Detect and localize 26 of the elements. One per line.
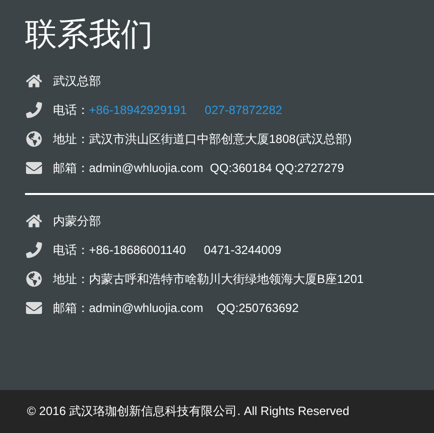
phone-icon (25, 102, 43, 118)
copyright-text: © 2016 武汉珞珈创新信息科技有限公司. All Rights Reserved (27, 403, 350, 420)
phone-number: 0471-3244009 (204, 243, 282, 257)
office-name: 内蒙分部 (53, 212, 101, 230)
email-text: admin@whluojia.com QQ:250763692 (89, 301, 299, 315)
phone-label: 电话： (53, 242, 89, 258)
phone-icon (25, 242, 43, 258)
phone-link[interactable]: +86-18942929191 (89, 103, 187, 117)
address-text: 武汉市洪山区街道口中部创意大厦1808(武汉总部) (89, 130, 352, 148)
mail-icon (25, 300, 43, 316)
home-icon (25, 213, 43, 229)
globe-icon (25, 131, 43, 147)
phone-label: 电话： (53, 102, 89, 118)
address-label: 地址： (53, 270, 89, 288)
email-text: admin@whluojia.com QQ:360184 QQ:2727279 (89, 161, 344, 175)
globe-icon (25, 271, 43, 287)
office-name: 武汉总部 (53, 72, 101, 90)
page-title: 联系我们 (25, 15, 154, 54)
address-label: 地址： (53, 130, 89, 148)
phone-link[interactable]: 027-87872282 (204, 103, 282, 117)
email-label: 邮箱： (53, 300, 89, 316)
phone-number: +86-18686001140 (89, 243, 186, 257)
home-icon (25, 73, 43, 89)
address-text: 内蒙古呼和浩特市啥勒川大街绿地领海大厦B座1201 (89, 270, 364, 288)
mail-icon (25, 160, 43, 176)
email-label: 邮箱： (53, 160, 89, 176)
